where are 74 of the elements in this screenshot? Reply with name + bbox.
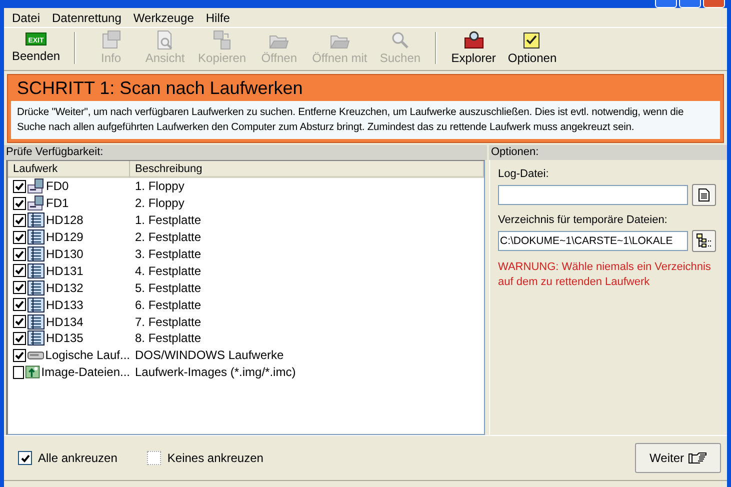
drive-name: HD131 (46, 264, 84, 278)
toolbar-button[interactable]: Explorer (445, 30, 502, 65)
drive-name: HD129 (46, 230, 84, 244)
drive-description: 1. Floppy (134, 179, 184, 194)
checkbox[interactable] (13, 264, 26, 278)
drive-description: 7. Festplatte (134, 314, 202, 329)
menu-item[interactable]: Werkzeuge (127, 10, 200, 24)
case-magnifier-icon (462, 30, 485, 50)
image-file-icon (25, 364, 40, 380)
close-button[interactable] (703, 0, 725, 8)
section-header: Optionen: (489, 145, 727, 160)
step-description: Drücke "Weiter", um nach verfügbaren Laufwerken zu suchen. Entferne Kreuzchen, um Laufwerke auszuschließen. Dies ist evtl. notwendig, wenn die Suche nach allen aufgeführten Laufwerken den Computer zum Absturz bringt. Zumindest das zu rettende Laufwerk muss angekreuzt sein. (11, 101, 720, 139)
drive-name: HD135 (46, 331, 84, 346)
checkbox[interactable] (13, 298, 26, 312)
browse-folder-button[interactable] (692, 230, 716, 252)
column-header[interactable]: Beschreibung (130, 161, 484, 178)
drive-description: 6. Festplatte (134, 298, 202, 312)
section-header: Prüfe Verfügbarkeit: (4, 145, 487, 160)
column-header[interactable]: Laufwerk (8, 161, 130, 178)
checkbox[interactable] (13, 248, 26, 260)
checkbox-label: Alle ankreuzen (38, 451, 118, 465)
drive-description: Laufwerk-Images (*.img/*.imc) (134, 365, 296, 380)
folder-tree-icon (696, 233, 712, 249)
checkbox[interactable] (13, 332, 26, 345)
browse-file-button[interactable] (692, 184, 716, 206)
hard-disk-icon (27, 314, 45, 330)
document-icon (100, 30, 122, 50)
checkbox[interactable] (13, 281, 26, 294)
menu-item[interactable]: Hilfe (200, 10, 236, 24)
next-button[interactable]: Weiter (634, 443, 721, 473)
field-label: Log-Datei: (498, 168, 550, 180)
minimize-button[interactable] (655, 0, 677, 8)
checkbox-label: Keines ankreuzen (167, 451, 264, 465)
temp-folder-field[interactable]: C:\DOKUME~1\CARSTE~1\LOKALE (498, 231, 688, 251)
toolbar-button[interactable]: Optionen (502, 30, 563, 65)
drive-name: FD1 (46, 196, 69, 210)
copy-icon (211, 30, 234, 50)
warning-text: WARNUNG: Wähle niemals ein Verzeichnis auf dem zu rettenden Laufwerk (498, 260, 712, 290)
drive-description: 3. Festplatte (134, 247, 202, 261)
drive-name: HD128 (46, 213, 84, 228)
checkbox[interactable] (13, 214, 26, 227)
drive-name: HD130 (46, 247, 84, 261)
pointing-hand-icon (688, 451, 708, 465)
drive-name: Image-Dateien... (41, 365, 130, 380)
checkbox[interactable] (13, 366, 24, 379)
drive-description: 8. Festplatte (134, 331, 202, 346)
maximize-button[interactable] (679, 0, 701, 8)
checkbox[interactable] (13, 348, 26, 362)
checkbox[interactable] (13, 315, 26, 328)
drive-description: 2. Floppy (134, 196, 184, 210)
drive-description: DOS/WINDOWS Laufwerke (134, 348, 284, 362)
hard-disk-icon (27, 246, 45, 262)
drive-name: HD133 (46, 298, 84, 312)
menu-item[interactable]: Datei (6, 10, 46, 24)
checkbox[interactable] (13, 230, 26, 244)
hard-disk-icon (27, 229, 45, 246)
checkbox[interactable] (13, 196, 26, 210)
drive-name: FD0 (46, 179, 69, 194)
field-label: Verzeichnis für temporäre Dateien: (498, 214, 668, 226)
floppy-drive-icon (27, 195, 45, 212)
drive-description: 4. Festplatte (134, 264, 202, 278)
checkbox[interactable] (13, 180, 26, 193)
drive-description: 1. Festplatte (134, 213, 202, 228)
menu-item[interactable]: Datenrettung (46, 10, 128, 24)
drive-name: Logische Lauf... (45, 348, 130, 362)
checkbox[interactable] (18, 451, 32, 465)
log-file-field[interactable] (498, 185, 688, 205)
floppy-drive-icon (27, 178, 45, 194)
drive-description: 5. Festplatte (134, 280, 202, 295)
drive-name: HD132 (46, 280, 84, 295)
step-title: SCHRITT 1: Scan nach Laufwerken (16, 77, 304, 100)
document-icon (698, 188, 710, 202)
drive-description: 2. Festplatte (134, 230, 202, 244)
drive-name: HD134 (46, 314, 84, 329)
